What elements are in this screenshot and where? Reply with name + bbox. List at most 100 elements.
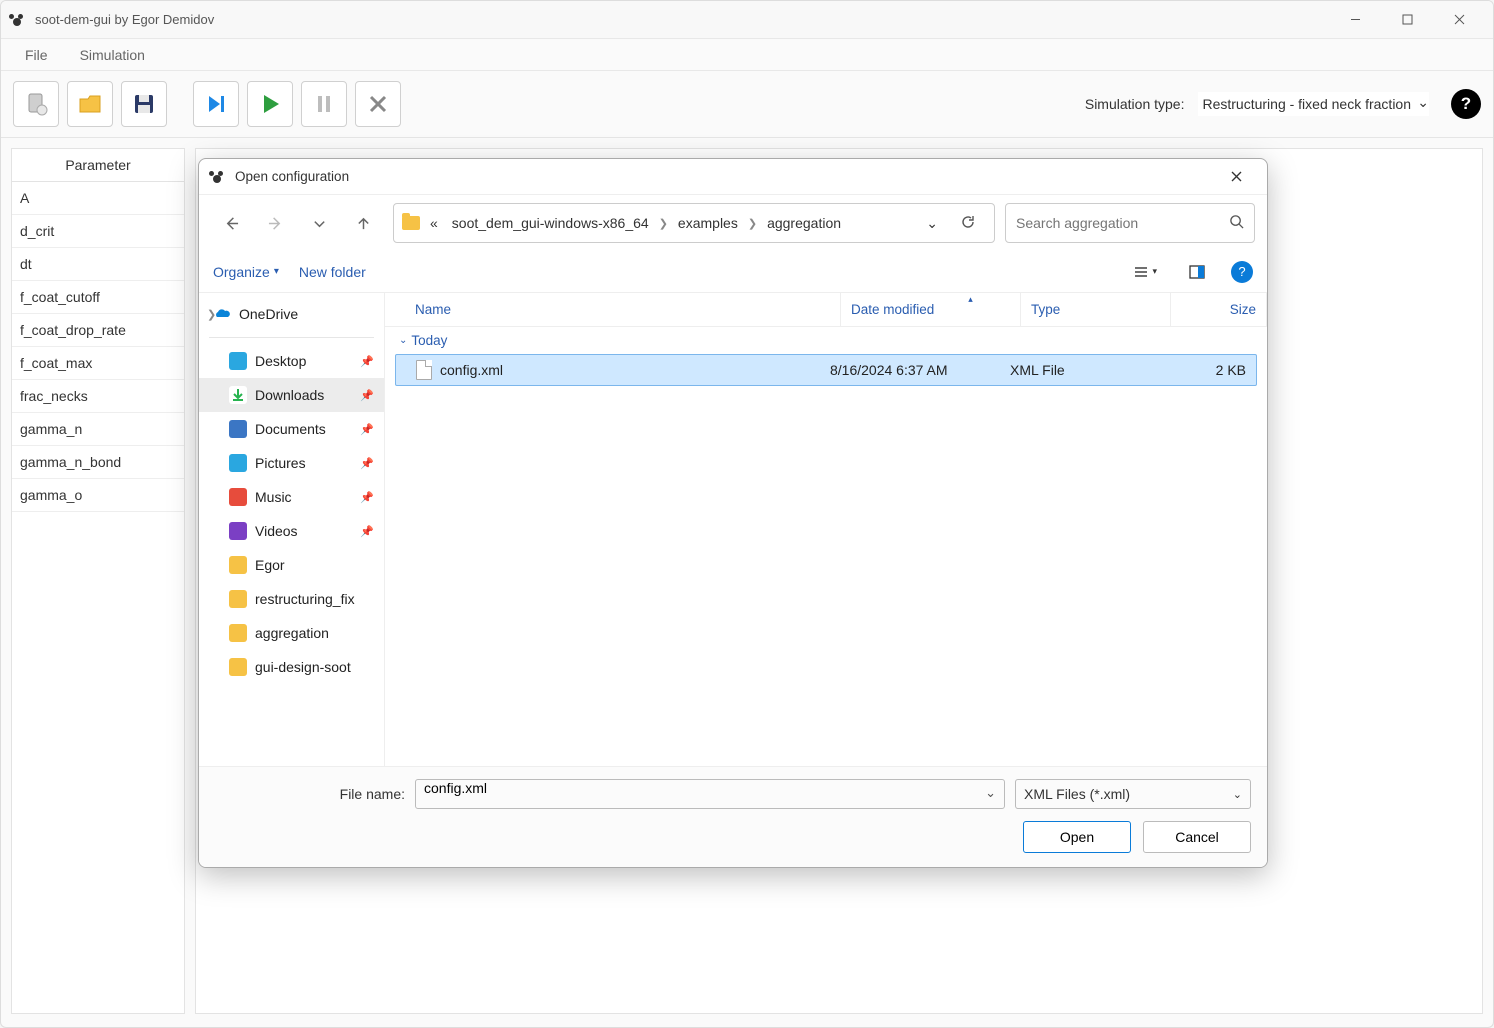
- parameter-row[interactable]: f_coat_cutoff: [12, 281, 184, 314]
- address-dropdown-button[interactable]: ⌄: [920, 215, 944, 232]
- sidebar-item-label: Egor: [255, 557, 285, 573]
- pin-icon: 📌: [360, 525, 374, 538]
- dialog-main: ❯ OneDrive Desktop📌Downloads📌Documents📌P…: [199, 293, 1267, 766]
- app-icon: [9, 11, 27, 29]
- open-file-button[interactable]: [67, 81, 113, 127]
- nav-forward-button[interactable]: [255, 203, 295, 243]
- breadcrumb-seg-1[interactable]: soot_dem_gui-windows-x86_64: [448, 212, 653, 234]
- sidebar-item-documents[interactable]: Documents📌: [199, 412, 384, 446]
- help-button[interactable]: ?: [1451, 89, 1481, 119]
- parameter-row[interactable]: f_coat_drop_rate: [12, 314, 184, 347]
- breadcrumb-ellipsis[interactable]: «: [426, 212, 442, 234]
- folder-icon: [229, 556, 247, 574]
- dialog-help-button[interactable]: ?: [1231, 261, 1253, 283]
- col-header-name[interactable]: Name: [385, 293, 841, 326]
- preview-pane-button[interactable]: [1183, 260, 1211, 284]
- sim-type-select[interactable]: Restructuring - fixed neck fraction: [1198, 92, 1429, 116]
- col-header-date[interactable]: Date modified▴: [841, 293, 1021, 326]
- parameter-row[interactable]: frac_necks: [12, 380, 184, 413]
- file-list-header: Name Date modified▴ Type Size: [385, 293, 1267, 327]
- stop-button[interactable]: [355, 81, 401, 127]
- filename-input[interactable]: config.xml: [415, 779, 1005, 809]
- download-icon: [229, 386, 247, 404]
- breadcrumb-seg-3[interactable]: aggregation: [763, 212, 845, 234]
- close-button[interactable]: [1433, 1, 1485, 39]
- titlebar: soot-dem-gui by Egor Demidov: [1, 1, 1493, 39]
- filename-label: File name:: [215, 786, 405, 802]
- sidebar-item-downloads[interactable]: Downloads📌: [199, 378, 384, 412]
- window-controls: [1329, 1, 1485, 39]
- filename-row: File name: config.xml XML Files (*.xml)⌄: [215, 779, 1251, 809]
- parameter-row[interactable]: A: [12, 182, 184, 215]
- dialog-footer: File name: config.xml XML Files (*.xml)⌄…: [199, 766, 1267, 867]
- folder-icon: [229, 658, 247, 676]
- sidebar-item-label: OneDrive: [239, 306, 298, 322]
- parameter-row[interactable]: d_crit: [12, 215, 184, 248]
- address-bar[interactable]: « soot_dem_gui-windows-x86_64 ❯ examples…: [393, 203, 995, 243]
- pin-icon: 📌: [360, 491, 374, 504]
- chevron-down-icon: ▾: [274, 266, 279, 277]
- sidebar-item-label: Music: [255, 489, 292, 505]
- file-list-area: Name Date modified▴ Type Size ⌄ Today co…: [385, 293, 1267, 766]
- refresh-button[interactable]: [950, 214, 986, 233]
- maximize-button[interactable]: [1381, 1, 1433, 39]
- dialog-close-button[interactable]: [1215, 162, 1257, 192]
- parameter-row[interactable]: gamma_o: [12, 479, 184, 512]
- parameter-row[interactable]: gamma_n_bond: [12, 446, 184, 479]
- window-title: soot-dem-gui by Egor Demidov: [35, 12, 1329, 27]
- search-box[interactable]: [1005, 203, 1255, 243]
- sidebar-item-label: restructuring_fix: [255, 591, 355, 607]
- new-file-button[interactable]: [13, 81, 59, 127]
- sidebar-item-restructuring-fix[interactable]: restructuring_fix: [199, 582, 384, 616]
- open-file-dialog: Open configuration « soot_dem_gui-window…: [198, 158, 1268, 868]
- parameter-row[interactable]: dt: [12, 248, 184, 281]
- pause-button[interactable]: [301, 81, 347, 127]
- step-button[interactable]: [193, 81, 239, 127]
- organize-button[interactable]: Organize▾: [213, 264, 279, 280]
- sidebar-item-label: aggregation: [255, 625, 329, 641]
- sidebar-item-egor[interactable]: Egor: [199, 548, 384, 582]
- breadcrumb-seg-2[interactable]: examples: [674, 212, 742, 234]
- toolbar: Simulation type: Restructuring - fixed n…: [1, 71, 1493, 138]
- folder-icon: [229, 590, 247, 608]
- sidebar-item-desktop[interactable]: Desktop📌: [199, 344, 384, 378]
- sidebar-item-label: gui-design-soot: [255, 659, 351, 675]
- filetype-select[interactable]: XML Files (*.xml)⌄: [1015, 779, 1251, 809]
- menu-simulation[interactable]: Simulation: [64, 43, 161, 67]
- file-group-today[interactable]: ⌄ Today: [385, 327, 1267, 354]
- play-button[interactable]: [247, 81, 293, 127]
- new-folder-button[interactable]: New folder: [299, 264, 366, 280]
- sidebar-item-pictures[interactable]: Pictures📌: [199, 446, 384, 480]
- minimize-button[interactable]: [1329, 1, 1381, 39]
- dialog-nav: « soot_dem_gui-windows-x86_64 ❯ examples…: [199, 195, 1267, 251]
- view-mode-button[interactable]: ▾: [1127, 260, 1163, 284]
- folder-icon: [229, 624, 247, 642]
- cancel-button[interactable]: Cancel: [1143, 821, 1251, 853]
- folder-icon: [229, 522, 247, 540]
- sidebar-item-videos[interactable]: Videos 📌: [199, 514, 384, 548]
- col-header-size[interactable]: Size: [1171, 293, 1267, 326]
- sidebar-item-gui-design-soot[interactable]: gui-design-soot: [199, 650, 384, 684]
- dialog-title: Open configuration: [235, 169, 1215, 184]
- sidebar-item-label: Videos: [255, 523, 298, 539]
- pin-icon: 📌: [360, 389, 374, 402]
- nav-recent-button[interactable]: [299, 203, 339, 243]
- folder-icon: [229, 488, 247, 506]
- sidebar-item-onedrive[interactable]: ❯ OneDrive: [199, 297, 384, 331]
- dialog-sidebar: ❯ OneDrive Desktop📌Downloads📌Documents📌P…: [199, 293, 385, 766]
- open-button[interactable]: Open: [1023, 821, 1131, 853]
- parameter-row[interactable]: gamma_n: [12, 413, 184, 446]
- sidebar-item-aggregation[interactable]: aggregation: [199, 616, 384, 650]
- folder-icon: [229, 352, 247, 370]
- file-row[interactable]: config.xml8/16/2024 6:37 AMXML File2 KB: [395, 354, 1257, 386]
- nav-up-button[interactable]: [343, 203, 383, 243]
- menu-file[interactable]: File: [9, 43, 64, 67]
- file-type: XML File: [1010, 362, 1160, 378]
- sidebar-item-music[interactable]: Music 📌: [199, 480, 384, 514]
- col-header-type[interactable]: Type: [1021, 293, 1171, 326]
- parameter-row[interactable]: f_coat_max: [12, 347, 184, 380]
- sidebar-item-label: Pictures: [255, 455, 306, 471]
- nav-back-button[interactable]: [211, 203, 251, 243]
- search-input[interactable]: [1016, 215, 1229, 231]
- save-file-button[interactable]: [121, 81, 167, 127]
